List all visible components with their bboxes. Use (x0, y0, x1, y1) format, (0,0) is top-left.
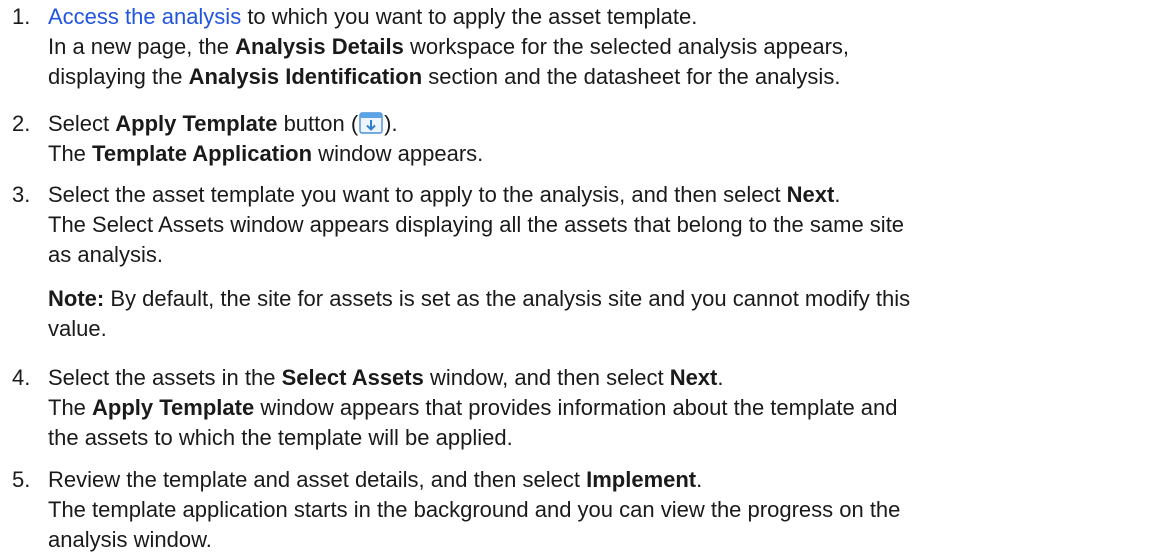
step-line: The template application starts in the b… (48, 497, 901, 522)
step-text: Select the asset template you want to ap… (48, 182, 787, 207)
step-text: button ( (277, 111, 359, 136)
step-number: 1. (12, 4, 31, 29)
step-line: the assets to which the template will be… (48, 425, 513, 450)
step-line: displaying the Analysis Identification s… (48, 62, 1159, 92)
step-line: The Apply Template window appears that p… (48, 393, 1159, 423)
step-line: as analysis. (48, 242, 163, 267)
ui-term: Analysis Identification (188, 64, 423, 89)
step-body: Review the template and asset details, a… (48, 465, 1159, 555)
step-line: Select the assets in the Select Assets w… (48, 363, 1159, 393)
apply-template-icon (359, 112, 383, 134)
step-text: to which you want to apply the asset tem… (241, 4, 698, 29)
ui-term: Analysis Details (235, 34, 404, 59)
step-text: section and the datasheet for the analys… (422, 64, 841, 89)
step-line: analysis window. (48, 527, 212, 552)
step-text: displaying the (48, 64, 189, 89)
step-number: 3. (12, 182, 31, 207)
step-text: The (48, 141, 93, 166)
step-text: workspace for the selected analysis appe… (403, 34, 850, 59)
ui-term: Select Assets (281, 365, 424, 390)
step-text: Review the template and asset details, a… (48, 467, 587, 492)
step-body: Access the analysis to which you want to… (48, 2, 1159, 92)
step-line: Select the asset template you want to ap… (48, 180, 1159, 210)
step-text: Select (48, 111, 116, 136)
step-line: Select Apply Template button ( ). (48, 109, 1159, 139)
step-text: window appears. (312, 141, 484, 166)
step-text: In a new page, the (48, 34, 236, 59)
note: Note: By default, the site for assets is… (48, 284, 1159, 314)
step-text: ). (384, 111, 398, 136)
ui-term: Template Application (92, 141, 313, 166)
step-text: . (834, 182, 841, 207)
ui-term: Implement (586, 467, 697, 492)
step-number: 5. (12, 467, 31, 492)
step-line: The Template Application window appears. (48, 139, 1159, 169)
step-body: Select the asset template you want to ap… (48, 180, 1159, 344)
step-line: Review the template and asset details, a… (48, 465, 1159, 495)
step-text: . (696, 467, 703, 492)
step-text: window appears that provides information… (254, 395, 898, 420)
ui-term: Apply Template (115, 111, 278, 136)
step-number: 4. (12, 365, 31, 390)
step-text: The (48, 395, 93, 420)
note-line: value. (48, 316, 107, 341)
step-body: Select the assets in the Select Assets w… (48, 363, 1159, 453)
ui-term: Next (786, 182, 835, 207)
note-text: By default, the site for assets is set a… (104, 286, 911, 311)
access-analysis-link[interactable]: Access the analysis (48, 4, 241, 29)
step-line: Access the analysis to which you want to… (48, 2, 1159, 32)
step-body: Select Apply Template button ( ). The Te… (48, 109, 1159, 169)
step-text: . (717, 365, 724, 390)
step-line: In a new page, the Analysis Details work… (48, 32, 1159, 62)
note-label: Note: (48, 286, 105, 311)
step-text: Select the assets in the (48, 365, 282, 390)
step-line: The Select Assets window appears display… (48, 212, 905, 237)
step-number: 2. (12, 111, 31, 136)
ui-term: Apply Template (92, 395, 255, 420)
ui-term: Next (669, 365, 718, 390)
step-text: window, and then select (423, 365, 670, 390)
